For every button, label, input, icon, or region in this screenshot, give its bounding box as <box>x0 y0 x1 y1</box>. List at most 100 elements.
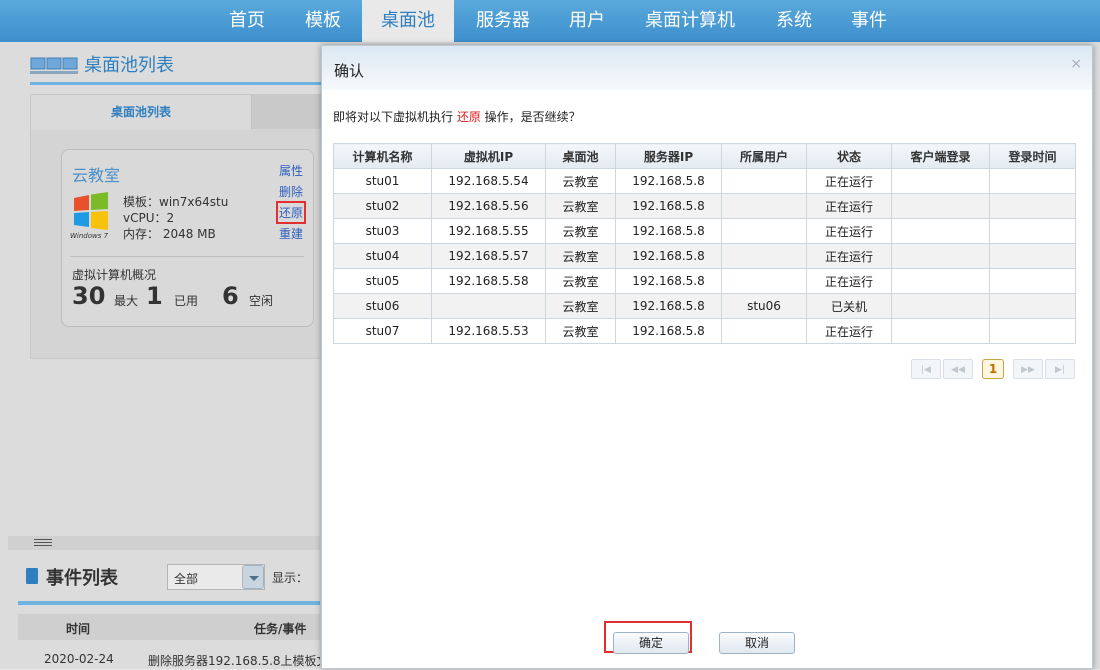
ok-button[interactable]: 确定 <box>613 632 689 654</box>
dialog-header[interactable]: 确认 × <box>322 46 1092 90</box>
vm-name: stu06 <box>333 293 432 319</box>
vm-login-time <box>989 268 1076 294</box>
last-page-icon[interactable]: ▶| <box>1045 359 1075 379</box>
event-list-icon <box>26 568 38 584</box>
vm-pool: 云教室 <box>545 293 616 319</box>
vm-status: 已关机 <box>806 293 892 319</box>
confirm-dialog: 确认 × 即将对以下虚拟机执行 还原 操作，是否继续？ 计算机名称 虚拟机IP … <box>321 45 1093 669</box>
monitors-icon <box>30 57 78 74</box>
vm-row[interactable]: stu04 192.168.5.57 云教室 192.168.5.8 正在运行 <box>333 243 1076 269</box>
dialog-title: 确认 <box>334 62 365 80</box>
vm-user: stu06 <box>721 293 807 319</box>
rebuild-link[interactable]: 重建 <box>279 225 303 242</box>
nav-item-servers[interactable]: 服务器 <box>458 0 548 42</box>
card-divider <box>70 256 304 257</box>
cancel-button[interactable]: 取消 <box>719 632 795 654</box>
vm-row[interactable]: stu02 192.168.5.56 云教室 192.168.5.8 正在运行 <box>333 193 1076 219</box>
vm-server-ip: 192.168.5.8 <box>615 243 722 269</box>
vm-table-header: 计算机名称 虚拟机IP 桌面池 服务器IP 所属用户 状态 客户端登录 登录时间 <box>333 143 1076 169</box>
vm-row[interactable]: stu06 云教室 192.168.5.8 stu06 已关机 <box>333 293 1076 319</box>
nav-item-users[interactable]: 用户 <box>552 0 622 42</box>
vm-user <box>721 218 807 244</box>
vm-name: stu03 <box>333 218 432 244</box>
pool-name[interactable]: 云教室 <box>72 162 120 186</box>
vm-pool: 云教室 <box>545 168 616 194</box>
chevron-down-icon[interactable] <box>242 565 264 589</box>
restore-link[interactable]: 还原 <box>275 201 307 224</box>
confirm-message-suffix: 操作，是否继续？ <box>480 110 581 124</box>
vm-name: stu01 <box>333 168 432 194</box>
vm-name: stu05 <box>333 268 432 294</box>
vm-user <box>721 193 807 219</box>
vm-server-ip: 192.168.5.8 <box>615 168 722 194</box>
idle-count: 6 <box>222 282 239 310</box>
event-show-label: 显示： <box>272 571 309 585</box>
vm-status: 正在运行 <box>806 218 892 244</box>
vm-ip: 192.168.5.56 <box>431 193 546 219</box>
vm-ip: 192.168.5.58 <box>431 268 546 294</box>
vm-row[interactable]: stu01 192.168.5.54 云教室 192.168.5.8 正在运行 <box>333 168 1076 194</box>
next-page-icon[interactable]: ▶▶ <box>1013 359 1043 379</box>
properties-link[interactable]: 属性 <box>279 162 303 179</box>
delete-link[interactable]: 删除 <box>279 183 303 200</box>
event-filter-value: 全部 <box>174 572 199 586</box>
vm-ip: 192.168.5.54 <box>431 168 546 194</box>
panel-splitter[interactable] <box>8 536 320 550</box>
close-icon[interactable]: × <box>1070 56 1082 72</box>
vm-client-login <box>891 193 990 219</box>
vm-name: stu04 <box>333 243 432 269</box>
used-label: 已用 <box>174 294 199 308</box>
col-status[interactable]: 状态 <box>806 143 892 169</box>
event-row[interactable]: 2020-02-24 删除服务器192.168.5.8上模板文 <box>18 648 320 670</box>
vm-server-ip: 192.168.5.8 <box>615 293 722 319</box>
pool-list-title-text: 桌面池列表 <box>84 55 174 76</box>
vm-user <box>721 243 807 269</box>
col-client-login[interactable]: 客户端登录 <box>891 143 990 169</box>
pool-memory: 内存： 2048 MB <box>123 227 216 241</box>
col-desktop-pool[interactable]: 桌面池 <box>545 143 616 169</box>
vm-row[interactable]: stu07 192.168.5.53 云教室 192.168.5.8 正在运行 <box>333 318 1076 344</box>
page-number[interactable]: 1 <box>982 359 1004 379</box>
prev-page-icon[interactable]: ◀◀ <box>943 359 973 379</box>
vm-client-login <box>891 293 990 319</box>
vm-ip <box>431 293 546 319</box>
nav-item-system[interactable]: 系统 <box>758 0 830 42</box>
vm-pool: 云教室 <box>545 318 616 344</box>
nav-item-events[interactable]: 事件 <box>834 0 904 42</box>
pool-card[interactable]: 云教室 Windows 7 模板：win7x64stu vCPU：2 内存： 2… <box>61 149 314 327</box>
tab-pool-list[interactable]: 桌面池列表 <box>31 95 252 130</box>
col-vm-ip[interactable]: 虚拟机IP <box>431 143 546 169</box>
col-login-time[interactable]: 登录时间 <box>989 143 1076 169</box>
pagination: |◀ ◀◀ 1 ▶▶ ▶| <box>911 359 1075 379</box>
event-row-task: 删除服务器192.168.5.8上模板文 <box>148 654 320 668</box>
event-col-time: 时间 <box>66 622 91 636</box>
col-owner-user[interactable]: 所属用户 <box>721 143 807 169</box>
vm-status: 正在运行 <box>806 168 892 194</box>
top-nav: 首页 模板 桌面池 服务器 用户 桌面计算机 系统 事件 <box>0 0 1100 42</box>
nav-item-templates[interactable]: 模板 <box>286 0 360 42</box>
vm-table: 计算机名称 虚拟机IP 桌面池 服务器IP 所属用户 状态 客户端登录 登录时间… <box>333 143 1076 344</box>
nav-item-desktop-computers[interactable]: 桌面计算机 <box>626 0 754 42</box>
confirm-message-prefix: 即将对以下虚拟机执行 <box>333 110 457 124</box>
nav-item-home[interactable]: 首页 <box>210 0 284 42</box>
confirm-action-name: 还原 <box>456 110 481 124</box>
event-filter-select[interactable]: 全部 <box>167 564 265 590</box>
vm-status: 正在运行 <box>806 243 892 269</box>
used-count: 1 <box>146 282 163 310</box>
vm-login-time <box>989 243 1076 269</box>
vm-pool: 云教室 <box>545 243 616 269</box>
col-computer-name[interactable]: 计算机名称 <box>333 143 432 169</box>
vm-row[interactable]: stu03 192.168.5.55 云教室 192.168.5.8 正在运行 <box>333 218 1076 244</box>
first-page-icon[interactable]: |◀ <box>911 359 941 379</box>
vm-server-ip: 192.168.5.8 <box>615 268 722 294</box>
event-table-header: 时间 任务/事件 <box>18 614 320 640</box>
col-server-ip[interactable]: 服务器IP <box>615 143 722 169</box>
vm-user <box>721 168 807 194</box>
vm-pool: 云教室 <box>545 193 616 219</box>
idle-label: 空闲 <box>249 294 274 308</box>
nav-item-desktop-pool[interactable]: 桌面池 <box>362 0 454 42</box>
tab-inactive[interactable] <box>252 95 331 129</box>
splitter-grip-icon[interactable] <box>34 539 52 547</box>
vm-login-time <box>989 293 1076 319</box>
vm-row[interactable]: stu05 192.168.5.58 云教室 192.168.5.8 正在运行 <box>333 268 1076 294</box>
